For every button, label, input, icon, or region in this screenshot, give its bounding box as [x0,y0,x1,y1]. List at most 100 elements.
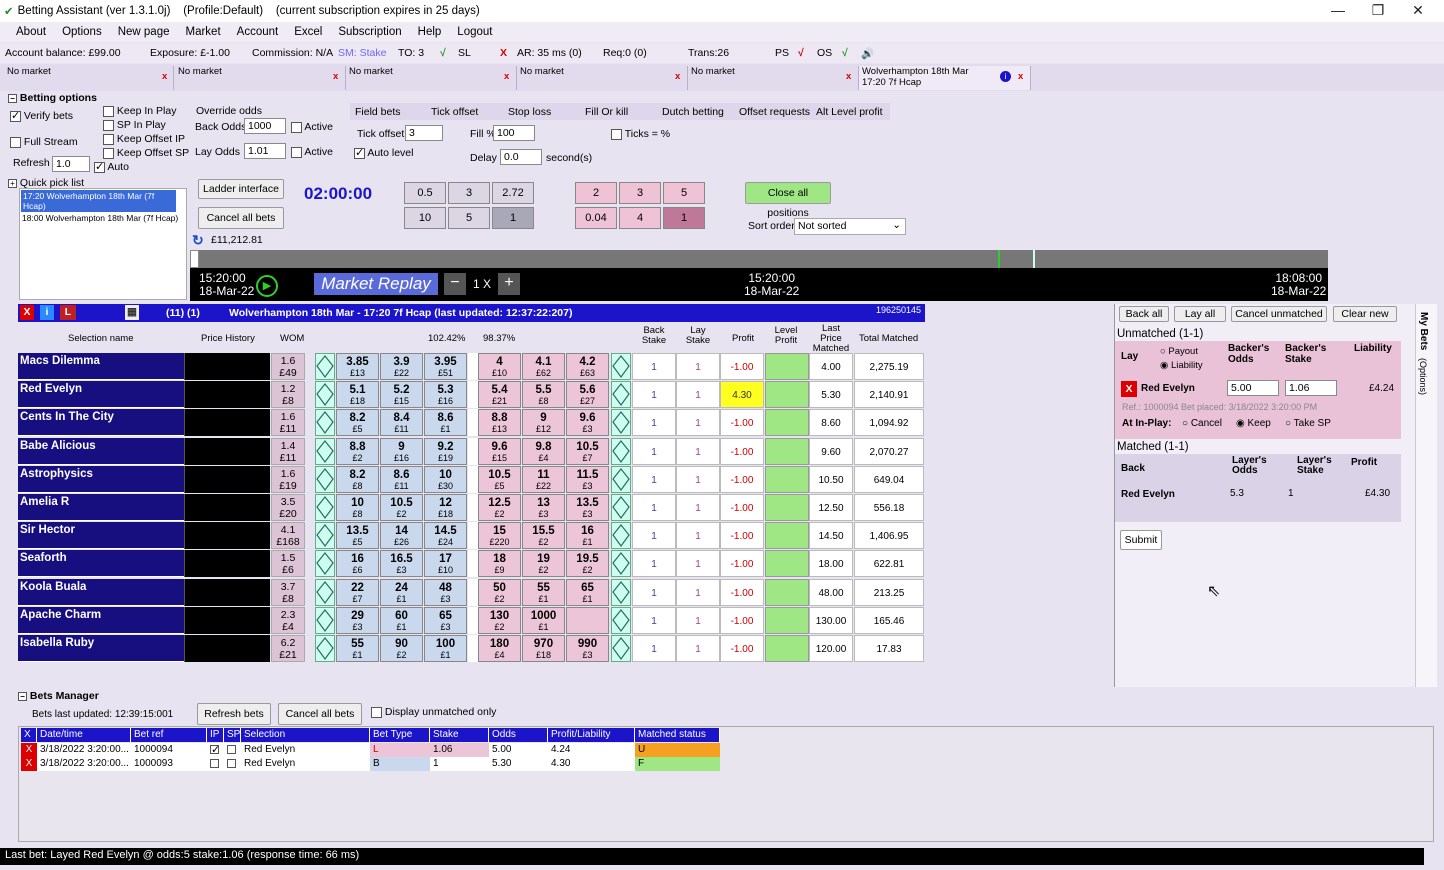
back-price-cell[interactable]: 5.3 £16 [424,381,467,409]
back-stake-cell[interactable]: 1 [632,635,676,662]
back-price-cell[interactable]: 8.2 £8 [336,465,379,493]
full-stream-option[interactable]: Full Stream [10,136,78,148]
tab-market-6[interactable]: Wolverhampton 18th Mar 17:20 7f Hcap i x [859,66,1031,90]
tab-market-1[interactable]: No market x [4,66,174,90]
back-price-cell[interactable]: 12 £18 [424,494,467,521]
auto-level-option[interactable]: Auto level [354,146,413,159]
tab-market-5[interactable]: No market x [688,66,859,90]
lay-stake-preset[interactable]: 0.04 [575,207,617,229]
price-history-chart[interactable] [184,437,270,465]
lay-price-cell[interactable]: 11.5 £3 [566,465,609,493]
lay-arrow-icon[interactable] [611,494,631,521]
speaker-icon[interactable]: 🔊 [861,47,874,60]
lay-stake-cell[interactable]: 1 [676,381,720,409]
runner-name[interactable]: Amelia R [18,494,184,521]
quick-pick-list[interactable]: 17:20 Wolverhampton 18th Mar (7f Hcap) 1… [19,188,187,300]
my-bets-tab-label[interactable]: My Bets [1418,312,1429,350]
back-price-cell[interactable]: 55 £1 [336,635,379,662]
back-stake-cell[interactable]: 1 [632,522,676,550]
liability-option[interactable]: ◉ Liability [1160,360,1203,371]
clear-new-button[interactable]: Clear new [1333,306,1397,322]
lay-price-cell[interactable]: 5.5 £8 [522,381,565,409]
lay-price-cell[interactable]: 1000 £1 [522,606,565,634]
inplay-take-sp-option[interactable]: ○ Take SP [1285,418,1331,429]
play-icon[interactable]: ▶ [256,275,278,297]
keep-offset-ip-option[interactable]: Keep Offset IP [103,133,185,145]
back-arrow-icon[interactable] [315,578,335,606]
ip-checkbox[interactable] [207,743,224,757]
quick-pick-item[interactable]: 18:00 Wolverhampton 18th Mar (7f Hcap) [20,212,186,224]
verify-bets-option[interactable]: Verify bets [10,109,73,122]
back-price-cell[interactable]: 90 £2 [380,635,423,662]
back-price-cell[interactable]: 16.5 £3 [380,550,423,578]
bets-col-header[interactable]: Odds [489,728,548,742]
back-stake-preset[interactable]: 2.72 [492,182,534,204]
delay-input[interactable]: 0.0 [500,149,542,165]
back-price-cell[interactable]: 8.4 £11 [380,409,423,437]
lay-price-cell[interactable]: 5.4 £21 [478,381,521,409]
back-arrow-icon[interactable] [315,465,335,493]
options-tab-label[interactable]: (Options) [1418,358,1428,395]
menu-excel[interactable]: Excel [294,26,322,38]
lay-stake-cell[interactable]: 1 [676,353,720,380]
back-price-cell[interactable]: 60 £1 [380,606,423,634]
bets-col-header[interactable]: X [21,728,37,742]
back-price-cell[interactable]: 9.2 £19 [424,437,467,465]
menu-logout[interactable]: Logout [457,26,492,38]
lay-price-cell[interactable]: 13.5 £3 [566,494,609,521]
back-all-button[interactable]: Back all [1119,306,1169,322]
lay-stake-cell[interactable]: 1 [676,465,720,493]
runner-name[interactable]: Red Evelyn [18,381,184,409]
inplay-keep-option[interactable]: ◉ Keep [1236,418,1271,429]
tick-offset-input[interactable]: 3 [405,125,443,141]
close-tab-icon[interactable]: x [504,71,509,82]
back-price-cell[interactable]: 3.9 £22 [380,353,423,380]
back-arrow-icon[interactable] [315,409,335,437]
lay-arrow-icon[interactable] [611,522,631,550]
back-price-cell[interactable]: 13.5 £5 [336,522,379,550]
back-arrow-icon[interactable] [315,381,335,409]
back-price-cell[interactable]: 14.5 £24 [424,522,467,550]
back-stake-preset-selected[interactable]: 1 [492,207,534,229]
menu-subscription[interactable]: Subscription [338,26,401,38]
refresh-input[interactable]: 1.0 [52,156,90,172]
back-stake-cell[interactable]: 1 [632,606,676,634]
runner-name[interactable]: Seaforth [18,550,184,578]
level-profit-cell[interactable] [765,578,809,606]
back-stake-cell[interactable]: 1 [632,409,676,437]
price-history-chart[interactable] [184,635,270,662]
back-price-cell[interactable]: 29 £3 [336,606,379,634]
speed-increase-button[interactable]: + [498,273,520,295]
runner-name[interactable]: Cents In The City [18,409,184,437]
close-tab-icon[interactable]: x [333,71,338,82]
price-history-chart[interactable] [184,409,270,437]
close-icon[interactable]: ✕ [1398,2,1438,19]
level-profit-cell[interactable] [765,494,809,521]
sort-order-select[interactable]: Not sorted ⌄ [794,218,906,235]
lay-arrow-icon[interactable] [611,465,631,493]
lay-price-cell[interactable]: 8.8 £13 [478,409,521,437]
bets-col-header[interactable]: Stake [430,728,489,742]
price-history-chart[interactable] [184,606,270,634]
inplay-cancel-option[interactable]: ○ Cancel [1182,418,1222,429]
bets-col-header[interactable]: Matched status [635,728,720,742]
back-price-cell[interactable]: 5.2 £15 [380,381,423,409]
verify-bets-checkbox[interactable] [10,109,21,122]
lay-price-cell[interactable]: 10.5 £7 [566,437,609,465]
lay-price-cell[interactable]: 16 £1 [566,522,609,550]
runner-name[interactable]: Babe Alicious [18,437,184,465]
lay-price-cell[interactable]: 4.2 £63 [566,353,609,380]
back-stake-cell[interactable]: 1 [632,437,676,465]
tab-tick-offset[interactable]: Tick offset [431,106,478,118]
back-price-cell[interactable]: 48 £3 [424,578,467,606]
lay-arrow-icon[interactable] [611,606,631,634]
display-unmatched-only-option[interactable]: Display unmatched only [371,706,496,718]
cancel-row-icon[interactable]: X [21,757,37,771]
lay-price-cell[interactable]: 15 £220 [478,522,521,550]
back-price-cell[interactable]: 3.85 £13 [336,353,379,380]
cancel-unmatched-button[interactable]: Cancel unmatched [1231,306,1327,322]
close-market-icon[interactable]: X [20,305,34,320]
lay-price-cell[interactable]: 130 £2 [478,606,521,634]
bets-col-header[interactable]: SP [224,728,241,742]
back-arrow-icon[interactable] [315,494,335,521]
